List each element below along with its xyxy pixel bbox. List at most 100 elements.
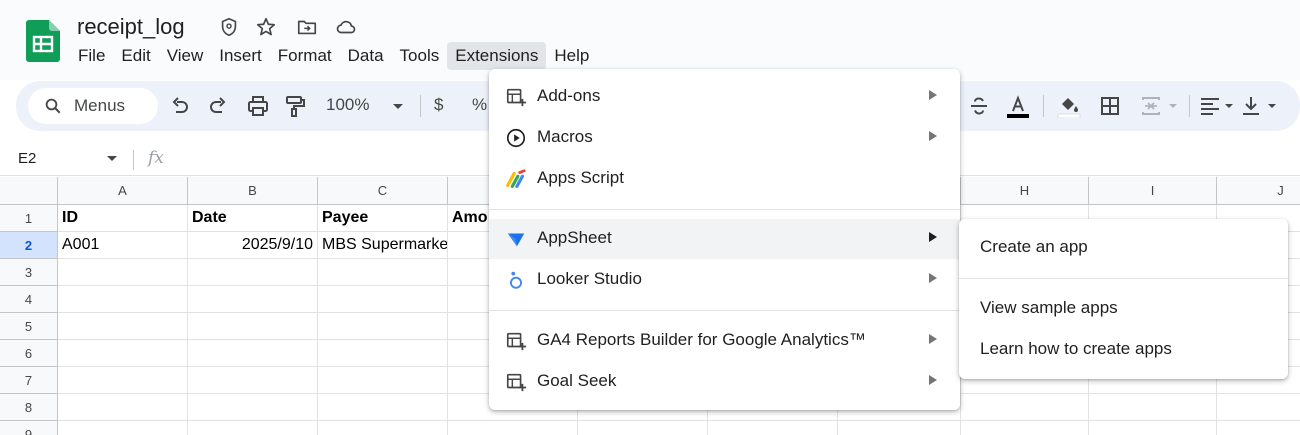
empty-cell[interactable]: [58, 367, 188, 394]
cell-b2[interactable]: 2025/9/10: [188, 232, 318, 259]
column-header-h[interactable]: H: [961, 177, 1089, 205]
empty-cell[interactable]: [961, 394, 1089, 421]
empty-cell[interactable]: [318, 286, 448, 313]
empty-cell[interactable]: [58, 340, 188, 367]
percent-format-button[interactable]: %: [472, 95, 487, 115]
print-icon[interactable]: [246, 94, 270, 118]
empty-cell[interactable]: [1089, 421, 1217, 435]
appsheet-submenu: Create an app View sample apps Learn how…: [959, 219, 1288, 379]
align-dropdown-icon[interactable]: [1217, 94, 1241, 118]
menu-item-add-ons[interactable]: Add-ons: [489, 77, 960, 117]
zoom-select[interactable]: 100%: [326, 95, 369, 115]
row-header-7[interactable]: 7: [0, 367, 58, 394]
document-title[interactable]: receipt_log: [77, 14, 185, 40]
row-header-8[interactable]: 8: [0, 394, 58, 421]
cell-a1[interactable]: ID: [58, 205, 188, 232]
merge-cells-icon[interactable]: [1139, 94, 1163, 118]
submenu-view-sample-apps[interactable]: View sample apps: [959, 289, 1288, 329]
menu-item-appsheet[interactable]: AppSheet: [489, 219, 960, 259]
row-header-1[interactable]: 1: [0, 205, 58, 232]
name-box[interactable]: E2: [18, 150, 36, 167]
undo-icon[interactable]: [168, 94, 192, 118]
cell-a2[interactable]: A001: [58, 232, 188, 259]
cell-c1[interactable]: Payee: [318, 205, 448, 232]
menu-item-goal-seek[interactable]: Goal Seek: [489, 362, 960, 402]
row-header-6[interactable]: 6: [0, 340, 58, 367]
empty-cell[interactable]: [58, 421, 188, 435]
menu-help[interactable]: Help: [546, 42, 597, 70]
row-header-2[interactable]: 2: [0, 232, 58, 259]
cell-c2[interactable]: MBS Supermarket: [318, 232, 448, 259]
empty-cell[interactable]: [318, 259, 448, 286]
empty-cell[interactable]: [188, 286, 318, 313]
row-header-3[interactable]: 3: [0, 259, 58, 286]
empty-cell[interactable]: [188, 259, 318, 286]
star-icon[interactable]: [255, 16, 277, 38]
cell-b1[interactable]: Date: [188, 205, 318, 232]
merge-dropdown-icon[interactable]: [1161, 94, 1185, 118]
empty-cell[interactable]: [318, 313, 448, 340]
empty-cell[interactable]: [318, 421, 448, 435]
strikethrough-icon[interactable]: [967, 94, 991, 118]
redo-icon[interactable]: [206, 94, 230, 118]
empty-cell[interactable]: [1217, 421, 1300, 435]
borders-icon[interactable]: [1098, 94, 1122, 118]
column-header-i[interactable]: I: [1089, 177, 1217, 205]
empty-cell[interactable]: [578, 421, 708, 435]
paint-format-icon[interactable]: [283, 94, 307, 118]
submenu-create-app[interactable]: Create an app: [959, 228, 1288, 268]
empty-cell[interactable]: [58, 259, 188, 286]
sheets-logo-icon[interactable]: [26, 20, 60, 62]
menu-extensions[interactable]: Extensions: [447, 42, 547, 70]
submenu-learn-create-apps[interactable]: Learn how to create apps: [959, 330, 1288, 370]
text-color-icon[interactable]: [1006, 94, 1030, 118]
menu-format[interactable]: Format: [270, 42, 340, 70]
row-header-9[interactable]: 9: [0, 421, 58, 435]
empty-cell[interactable]: [188, 367, 318, 394]
empty-cell[interactable]: [318, 340, 448, 367]
select-all-corner[interactable]: [0, 177, 58, 205]
fill-color-icon[interactable]: [1057, 94, 1081, 118]
menus-search-button[interactable]: Menus: [28, 88, 158, 124]
menu-item-looker-studio[interactable]: Looker Studio: [489, 260, 960, 300]
column-header-c[interactable]: C: [318, 177, 448, 205]
row-header-5[interactable]: 5: [0, 313, 58, 340]
empty-cell[interactable]: [58, 394, 188, 421]
menu-view[interactable]: View: [159, 42, 212, 70]
valign-dropdown-icon[interactable]: [1260, 94, 1284, 118]
menu-item-apps-script[interactable]: Apps Script: [489, 159, 960, 199]
empty-cell[interactable]: [1217, 394, 1300, 421]
menus-search-label: Menus: [74, 96, 126, 115]
empty-cell[interactable]: [188, 421, 318, 435]
empty-cell[interactable]: [58, 286, 188, 313]
cloud-saved-icon[interactable]: [335, 16, 357, 38]
column-header-j[interactable]: J: [1217, 177, 1300, 205]
menu-insert[interactable]: Insert: [211, 42, 270, 70]
empty-cell[interactable]: [1089, 394, 1217, 421]
empty-cell[interactable]: [318, 367, 448, 394]
menu-file[interactable]: File: [70, 42, 113, 70]
menu-item-ga4-reports-builder[interactable]: GA4 Reports Builder for Google Analytics…: [489, 321, 960, 361]
currency-format-button[interactable]: $: [434, 95, 443, 115]
empty-cell[interactable]: [188, 313, 318, 340]
empty-cell[interactable]: [708, 421, 838, 435]
empty-cell[interactable]: [188, 340, 318, 367]
menu-data[interactable]: Data: [340, 42, 392, 70]
column-header-b[interactable]: B: [188, 177, 318, 205]
empty-cell[interactable]: [961, 421, 1089, 435]
menu-tools[interactable]: Tools: [392, 42, 448, 70]
zoom-dropdown-icon[interactable]: [386, 94, 410, 118]
row-header-4[interactable]: 4: [0, 286, 58, 313]
empty-cell[interactable]: [838, 421, 961, 435]
empty-cell[interactable]: [448, 421, 578, 435]
empty-cell[interactable]: [58, 313, 188, 340]
name-box-dropdown-icon[interactable]: [106, 155, 118, 163]
empty-cell[interactable]: [188, 394, 318, 421]
menu-item-macros[interactable]: Macros: [489, 118, 960, 158]
column-header-a[interactable]: A: [58, 177, 188, 205]
empty-cell[interactable]: [318, 394, 448, 421]
shield-icon[interactable]: [218, 16, 240, 38]
toolbar-separator: [1189, 95, 1190, 117]
move-folder-icon[interactable]: [296, 16, 318, 38]
menu-edit[interactable]: Edit: [113, 42, 158, 70]
